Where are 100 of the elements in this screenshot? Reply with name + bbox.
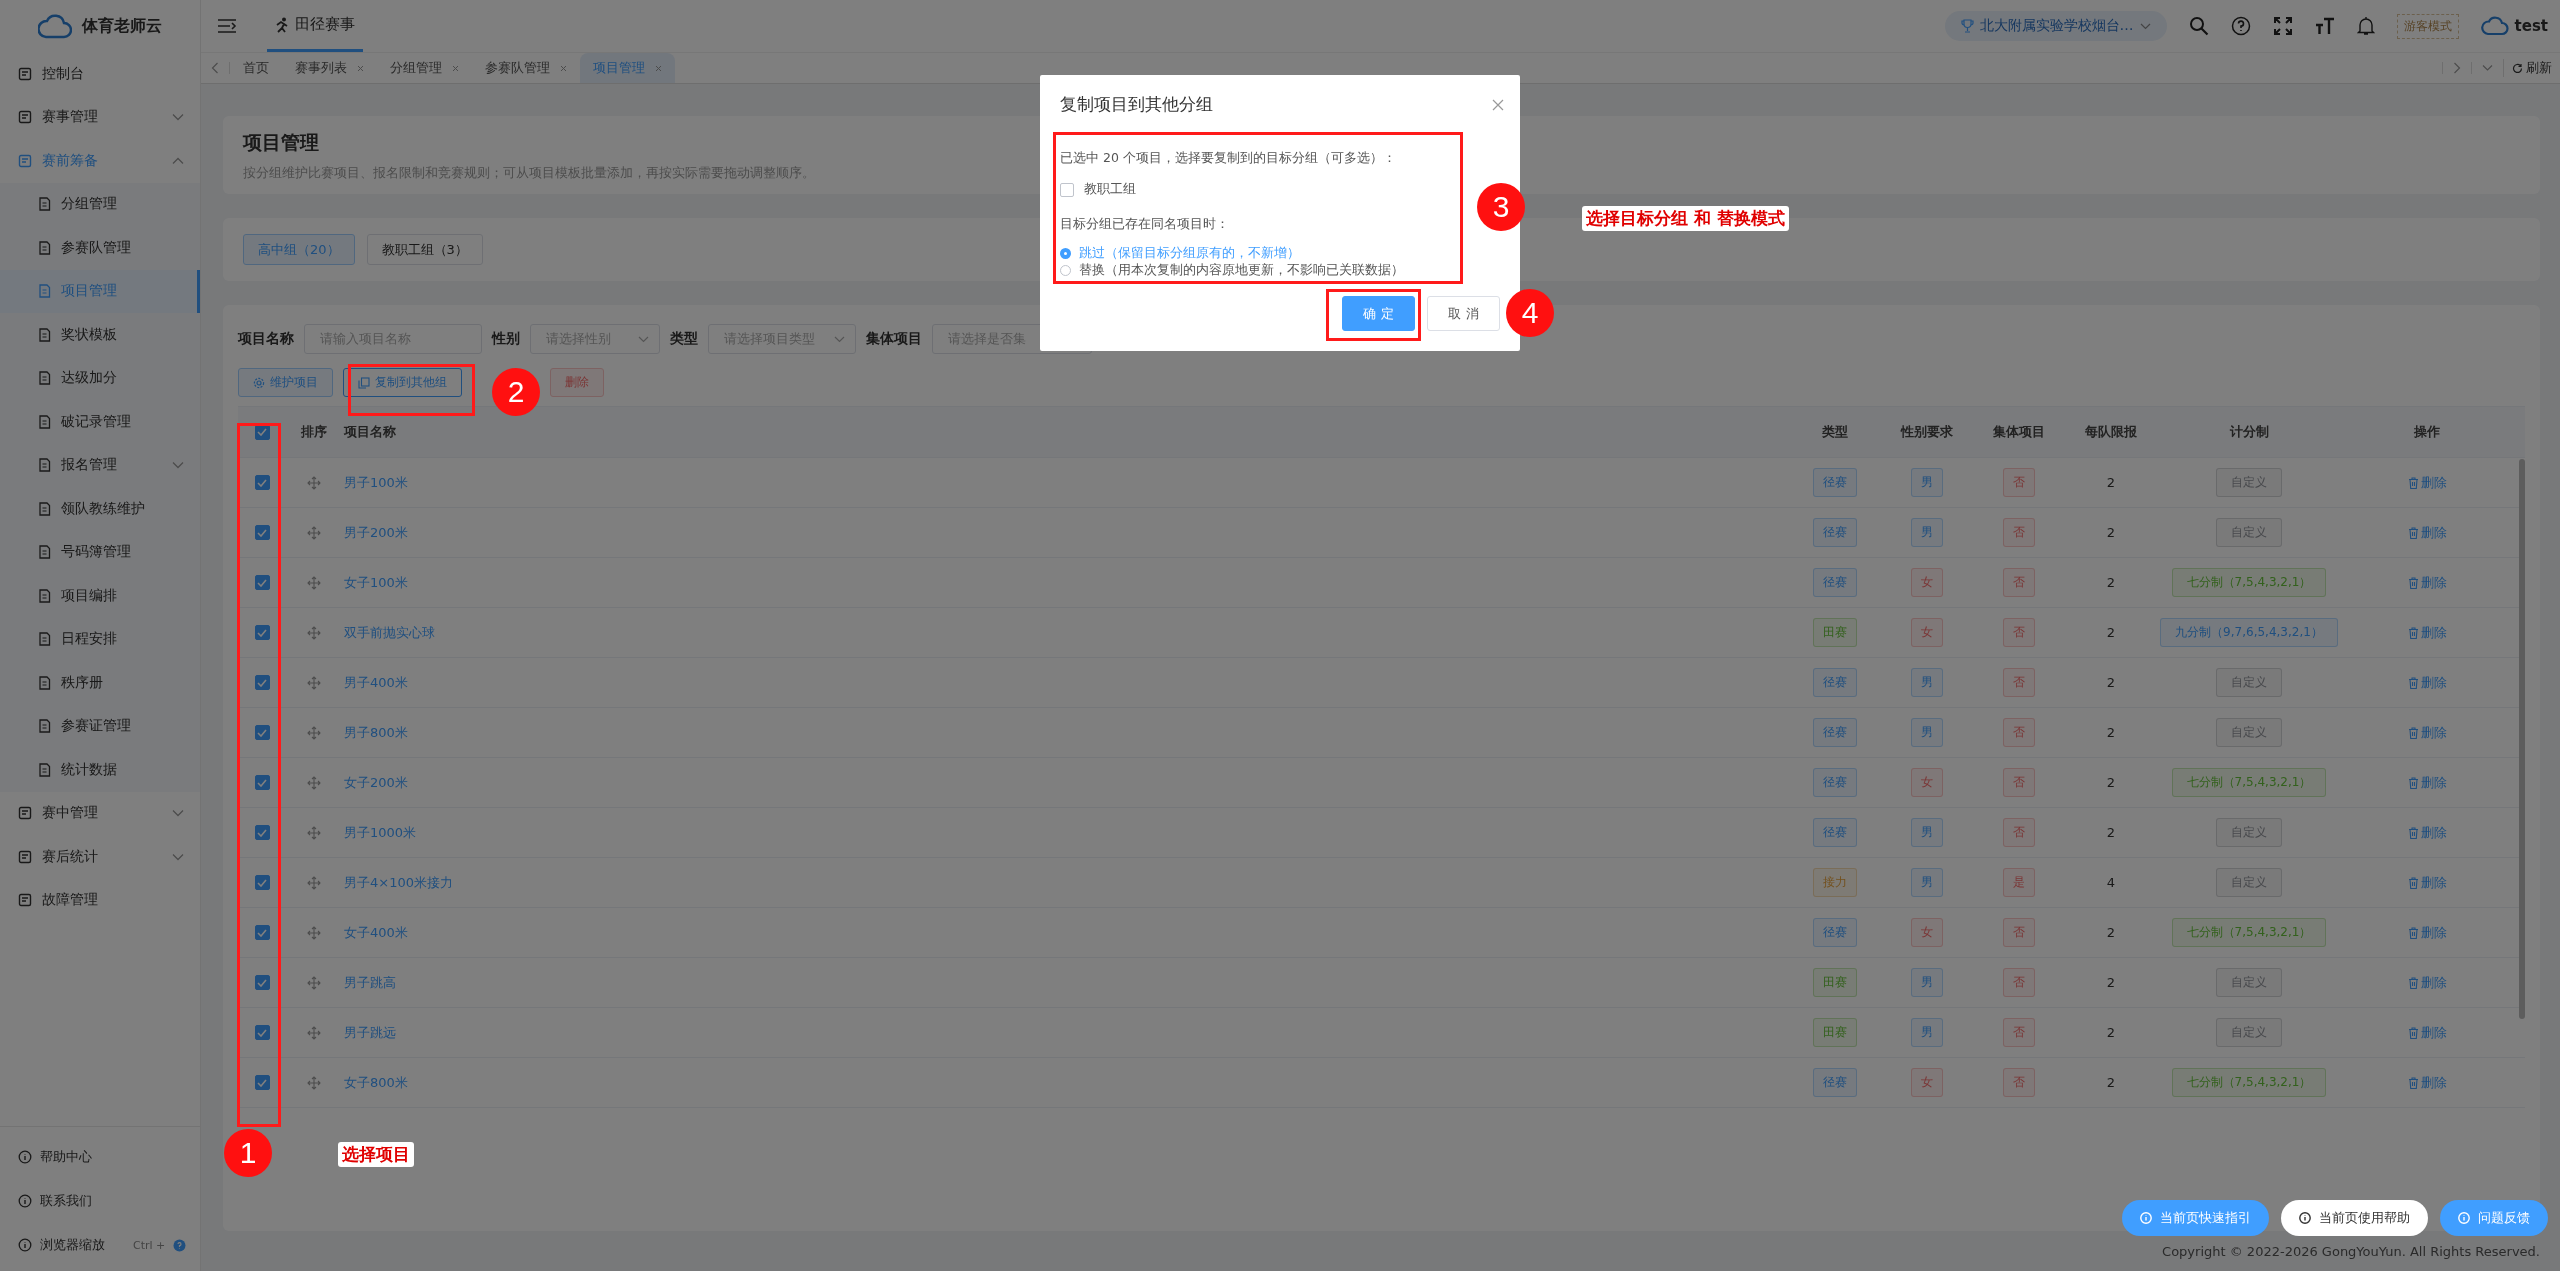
close-icon[interactable] [1492, 98, 1504, 111]
help-button[interactable]: 当前页使用帮助 [2281, 1200, 2428, 1236]
menu-icon[interactable] [217, 18, 237, 34]
sidebar-item[interactable]: 奖状模板 [0, 313, 200, 357]
checkbox[interactable] [254, 775, 270, 790]
sidebar-item[interactable]: 分组管理 [0, 182, 200, 226]
item-name-link[interactable]: 男子800米 [344, 723, 408, 742]
cloud-avatar-icon[interactable] [2480, 16, 2509, 36]
cancel-button[interactable]: 取 消 [1427, 296, 1500, 331]
page-tab[interactable]: 项目管理 [580, 53, 675, 83]
drag-handle-icon[interactable] [307, 525, 321, 540]
group-tab[interactable]: 教职工组（3） [366, 234, 483, 265]
delete-link[interactable]: 删除 [2407, 673, 2447, 692]
item-name-link[interactable]: 男子4×100米接力 [344, 873, 453, 892]
page-tab[interactable]: 分组管理 [377, 53, 472, 83]
mode-radio[interactable]: 替换（用本次复制的内容原地更新，不影响已关联数据） [1060, 262, 1404, 279]
delete-link[interactable]: 删除 [2407, 523, 2447, 542]
delete-link[interactable]: 删除 [2407, 723, 2447, 742]
drag-handle-icon[interactable] [307, 925, 321, 940]
drag-handle-icon[interactable] [307, 775, 321, 790]
sidebar-item[interactable]: 报名管理 [0, 443, 200, 487]
drag-handle-icon[interactable] [307, 825, 321, 840]
user-name[interactable]: test [2514, 17, 2548, 35]
sidebar-item[interactable]: 赛事管理 [0, 95, 200, 139]
checkbox[interactable] [254, 625, 270, 640]
help-button[interactable]: 当前页快速指引 [2122, 1200, 2269, 1236]
group-tab[interactable]: 高中组（20） [243, 234, 355, 265]
item-name-link[interactable]: 女子100米 [344, 573, 408, 592]
mode-radio[interactable]: 跳过（保留目标分组原有的，不新增） [1060, 245, 1300, 262]
confirm-button[interactable]: 确 定 [1342, 296, 1415, 331]
sidebar-item[interactable]: 领队教练维护 [0, 487, 200, 531]
sidebar-item[interactable]: 控制台 [0, 52, 200, 96]
item-name-link[interactable]: 男子跳远 [344, 1023, 396, 1042]
help-icon[interactable] [2230, 16, 2251, 36]
sidebar-item[interactable]: 赛后统计 [0, 835, 200, 879]
drag-handle-icon[interactable] [307, 475, 321, 490]
item-name-link[interactable]: 女子200米 [344, 773, 408, 792]
delete-link[interactable]: 删除 [2407, 973, 2447, 992]
drag-handle-icon[interactable] [307, 575, 321, 590]
drag-handle-icon[interactable] [307, 675, 321, 690]
checkbox[interactable] [254, 975, 270, 990]
drag-handle-icon[interactable] [307, 1075, 321, 1090]
group-checkbox[interactable]: 教职工组 [1060, 181, 1136, 198]
sidebar-item[interactable]: 项目编排 [0, 574, 200, 618]
delete-link[interactable]: 删除 [2407, 623, 2447, 642]
delete-link[interactable]: 删除 [2407, 473, 2447, 492]
drag-handle-icon[interactable] [307, 1025, 321, 1040]
item-name-link[interactable]: 女子800米 [344, 1073, 408, 1092]
sidebar-item[interactable]: 参赛证管理 [0, 704, 200, 748]
checkbox[interactable] [254, 1075, 270, 1090]
delete-link[interactable]: 删除 [2407, 1023, 2447, 1042]
item-name-link[interactable]: 男子100米 [344, 473, 408, 492]
page-tab[interactable]: 首页 [230, 53, 282, 83]
help-button[interactable]: 问题反馈 [2440, 1200, 2548, 1236]
delete-link[interactable]: 删除 [2407, 823, 2447, 842]
checkbox[interactable] [254, 925, 270, 940]
item-name-link[interactable]: 女子400米 [344, 923, 408, 942]
sidebar-item[interactable]: 秩序册 [0, 661, 200, 705]
sidebar-item[interactable]: 赛中管理 [0, 791, 200, 835]
close-icon[interactable] [560, 64, 567, 72]
delete-link[interactable]: 删除 [2407, 573, 2447, 592]
refresh-button[interactable]: 刷新 [2503, 59, 2560, 77]
close-icon[interactable] [452, 64, 459, 72]
item-name-link[interactable]: 男子200米 [344, 523, 408, 542]
checkbox[interactable] [254, 875, 270, 890]
sidebar-item[interactable]: 参赛队管理 [0, 226, 200, 270]
sidebar-item[interactable]: 统计数据 [0, 748, 200, 792]
sidebar-link[interactable]: 联系我们 [0, 1179, 200, 1223]
close-icon[interactable] [655, 64, 662, 72]
item-name-link[interactable]: 男子跳高 [344, 973, 396, 992]
sidebar-item[interactable]: 破记录管理 [0, 400, 200, 444]
page-tab[interactable]: 参赛队管理 [472, 53, 580, 83]
close-icon[interactable] [357, 64, 364, 72]
scrollbar[interactable] [2519, 459, 2525, 1019]
sidebar-link[interactable]: 浏览器缩放 Ctrl + [0, 1223, 200, 1267]
school-selector[interactable]: 北大附属实验学校烟台… [1944, 11, 2167, 41]
checkbox[interactable] [254, 475, 270, 490]
drag-handle-icon[interactable] [307, 725, 321, 740]
delete-link[interactable]: 删除 [2407, 1073, 2447, 1092]
sidebar-link[interactable]: 帮助中心 [0, 1135, 200, 1179]
item-name-link[interactable]: 双手前抛实心球 [344, 623, 435, 642]
item-name-link[interactable]: 男子400米 [344, 673, 408, 692]
checkbox[interactable] [254, 525, 270, 540]
sidebar-item[interactable]: 故障管理 [0, 878, 200, 922]
drag-handle-icon[interactable] [307, 875, 321, 890]
item-name-link[interactable]: 男子1000米 [344, 823, 417, 842]
page-tab[interactable]: 赛事列表 [282, 53, 377, 83]
sidebar-item[interactable]: 日程安排 [0, 617, 200, 661]
checkbox[interactable] [254, 1025, 270, 1040]
drag-handle-icon[interactable] [307, 975, 321, 990]
font-size-icon[interactable] [2314, 16, 2335, 36]
delete-link[interactable]: 删除 [2407, 773, 2447, 792]
bell-icon[interactable] [2356, 16, 2375, 36]
delete-link[interactable]: 删除 [2407, 923, 2447, 942]
sidebar-item[interactable]: 号码簿管理 [0, 530, 200, 574]
checkbox[interactable] [254, 725, 270, 740]
drag-handle-icon[interactable] [307, 625, 321, 640]
action-button[interactable]: 维护项目 [238, 368, 333, 397]
sidebar-item[interactable]: 赛前筹备 [0, 139, 200, 183]
sidebar-item[interactable]: 达级加分 [0, 356, 200, 400]
